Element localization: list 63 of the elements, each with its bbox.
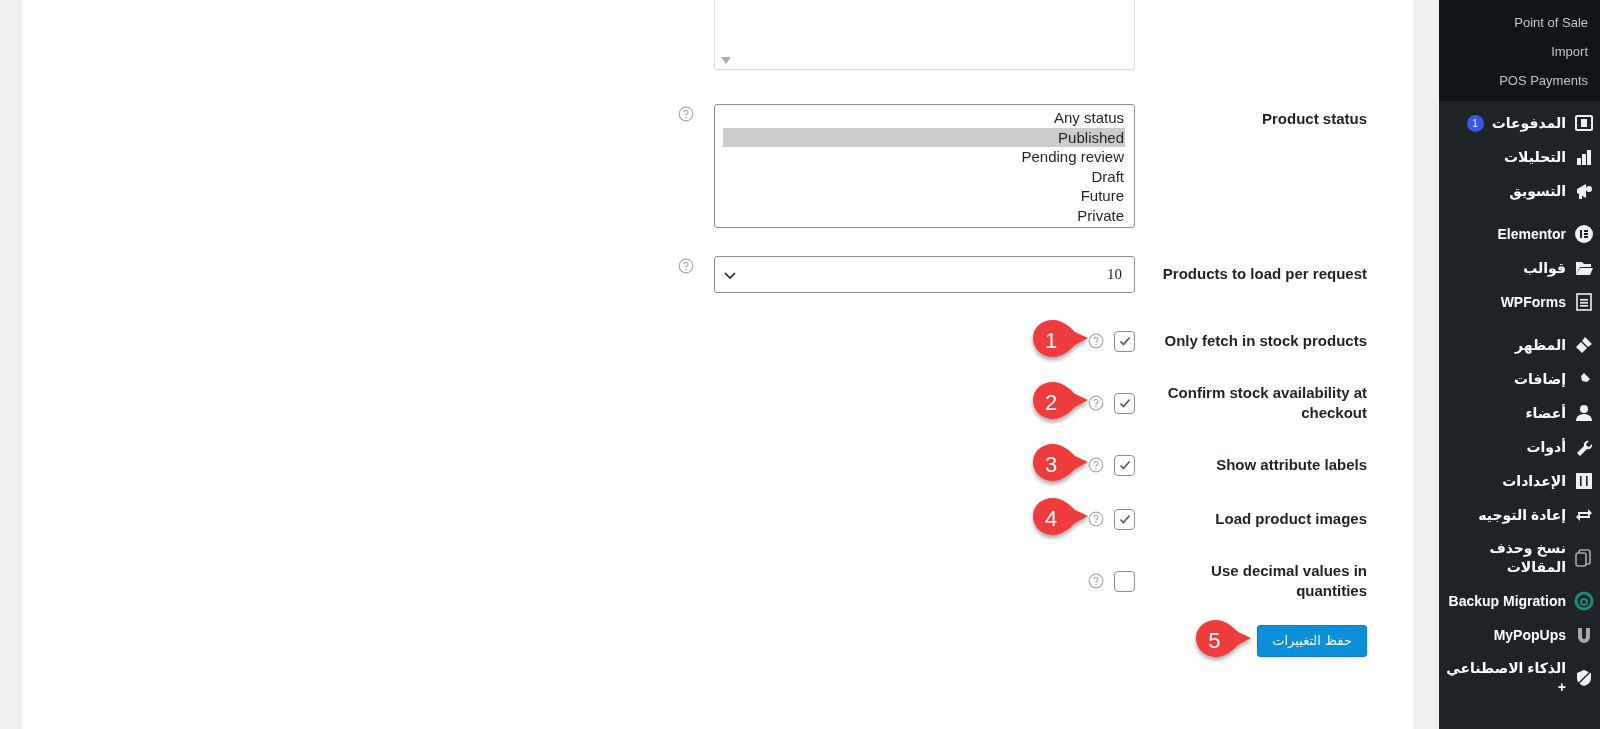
help-icon[interactable]: [678, 258, 694, 274]
sidebar-item[interactable]: التسويق: [1439, 174, 1600, 208]
setting-label: Load product images: [1214, 509, 1367, 529]
setting-label: Products to load per request: [1161, 264, 1367, 284]
brush-icon: [1574, 335, 1594, 355]
help-icon[interactable]: [1088, 395, 1104, 411]
check-icon: [1117, 458, 1132, 472]
user-icon: [1574, 403, 1594, 423]
sidebar-item[interactable]: الذكاء الاصطناعي +: [1439, 652, 1600, 704]
list-box[interactable]: [714, 0, 1135, 70]
bar-chart-icon: [1574, 147, 1594, 167]
check-icon: [1117, 334, 1132, 348]
sidebar-item[interactable]: إضافات: [1439, 362, 1600, 396]
sidebar-item[interactable]: Elementor: [1439, 217, 1600, 251]
setting-label: Product status: [1261, 109, 1367, 129]
help-icon[interactable]: [678, 106, 694, 122]
sidebar-item[interactable]: التحليلات: [1439, 140, 1600, 174]
save-button[interactable]: حفظ التغييرات: [1257, 625, 1367, 657]
list-box[interactable]: Any status Published Pending review Draft Future Private: [714, 104, 1135, 228]
count-badge: 1: [1466, 114, 1484, 132]
megaphone-icon: [1574, 181, 1594, 201]
help-icon[interactable]: [1088, 511, 1104, 527]
sidebar-item[interactable]: Backup Migration: [1439, 584, 1600, 618]
list-option[interactable]: Published: [723, 127, 1125, 147]
shield-icon: [1574, 668, 1594, 688]
scroll-arrow-icon: [720, 56, 732, 65]
dropdown[interactable]: 10: [714, 256, 1135, 293]
setting-label: Use decimal values in quantities: [1210, 561, 1367, 601]
form-icon: [1574, 292, 1594, 312]
checkbox[interactable]: [1114, 570, 1135, 592]
checkbox[interactable]: [1114, 454, 1135, 476]
elementor-icon: [1574, 224, 1594, 244]
sidebar-item[interactable]: WPForms: [1439, 285, 1600, 319]
submenu-item[interactable]: POS Payments: [1439, 66, 1600, 95]
submenu-item[interactable]: Point of Sale: [1439, 8, 1600, 37]
check-icon: [1117, 512, 1132, 526]
sidebar-item[interactable]: أدوات: [1439, 430, 1600, 464]
list-option[interactable]: Any status: [723, 108, 1125, 128]
setting-label: Show attribute labels: [1215, 455, 1367, 475]
sidebar-item[interactable]: أعضاء: [1439, 396, 1600, 430]
help-icon[interactable]: [1088, 573, 1104, 589]
copy-icon: [1574, 548, 1594, 568]
sidebar-item[interactable]: قوالب: [1439, 251, 1600, 285]
submenu-item[interactable]: Import: [1439, 37, 1600, 66]
sidebar-item[interactable]: الإعدادات: [1439, 464, 1600, 498]
sidebar-item[interactable]: MyPopUps: [1439, 618, 1600, 652]
checkbox[interactable]: [1114, 330, 1135, 352]
setting-label: Only fetch in stock products: [1163, 331, 1367, 351]
help-icon[interactable]: [1088, 333, 1104, 349]
sidebar-item[interactable]: المظهر: [1439, 328, 1600, 362]
sliders-icon: [1574, 471, 1594, 491]
list-option[interactable]: Future: [723, 186, 1125, 206]
list-option[interactable]: Pending review: [723, 147, 1125, 167]
backup-logo-icon: [1574, 591, 1594, 611]
checkbox[interactable]: [1114, 392, 1135, 414]
setting-label: Confirm stock availability at checkout: [1166, 383, 1367, 423]
list-option[interactable]: Draft: [723, 166, 1125, 186]
sidebar-item[interactable]: إعادة التوجيه: [1439, 498, 1600, 532]
check-icon: [1117, 396, 1132, 410]
sidebar-item[interactable]: نسخ وحذف المقالات: [1439, 532, 1600, 584]
list-option[interactable]: Private: [723, 205, 1125, 225]
help-icon[interactable]: [1088, 457, 1104, 473]
checkbox[interactable]: [1114, 508, 1135, 530]
